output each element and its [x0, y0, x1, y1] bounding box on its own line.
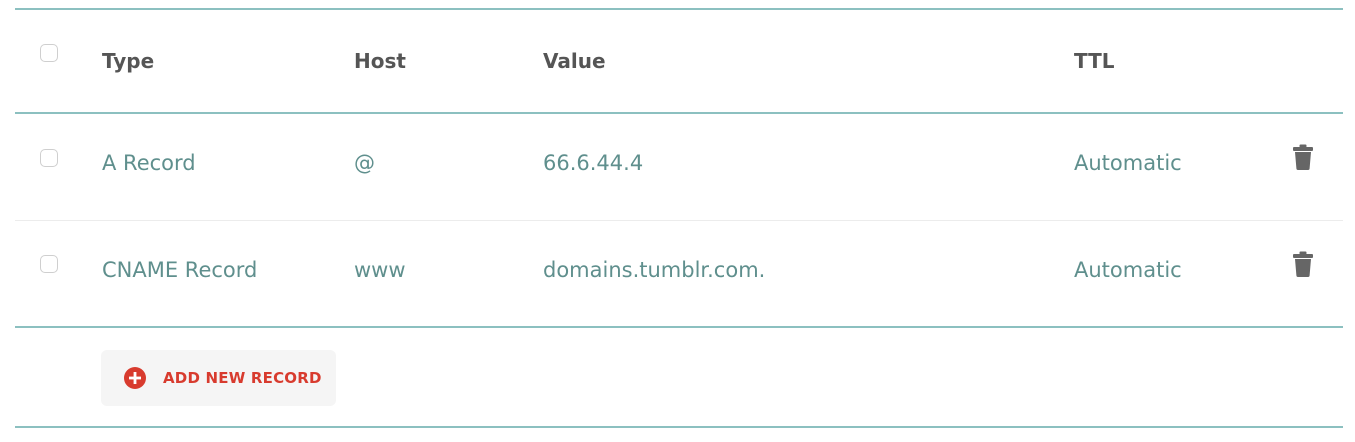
add-new-record-button[interactable]: ADD NEW RECORD	[101, 350, 336, 406]
column-header-type: Type	[102, 49, 155, 73]
plus-circle-icon	[124, 367, 146, 389]
column-header-host: Host	[354, 49, 406, 73]
column-header-ttl: TTL	[1074, 49, 1115, 73]
trash-icon[interactable]	[1293, 251, 1313, 277]
row-checkbox[interactable]	[40, 149, 58, 167]
add-new-record-label: ADD NEW RECORD	[163, 369, 322, 387]
select-all-checkbox[interactable]	[40, 44, 58, 62]
table-header-row: Type Host Value TTL	[15, 0, 1343, 112]
row-checkbox[interactable]	[40, 255, 58, 273]
table-body-bottom-divider	[15, 326, 1343, 328]
table-row: A Record @ 66.6.44.4 Automatic	[15, 114, 1343, 220]
record-ttl: Automatic	[1074, 258, 1182, 282]
record-value: domains.tumblr.com.	[543, 258, 766, 282]
record-type: CNAME Record	[102, 258, 258, 282]
trash-icon[interactable]	[1293, 144, 1313, 170]
table-bottom-divider	[15, 426, 1343, 428]
record-host: www	[354, 258, 406, 282]
table-row: CNAME Record www domains.tumblr.com. Aut…	[15, 221, 1343, 327]
column-header-value: Value	[543, 49, 606, 73]
record-type: A Record	[102, 151, 196, 175]
record-ttl: Automatic	[1074, 151, 1182, 175]
record-value: 66.6.44.4	[543, 151, 644, 175]
record-host: @	[354, 151, 375, 175]
